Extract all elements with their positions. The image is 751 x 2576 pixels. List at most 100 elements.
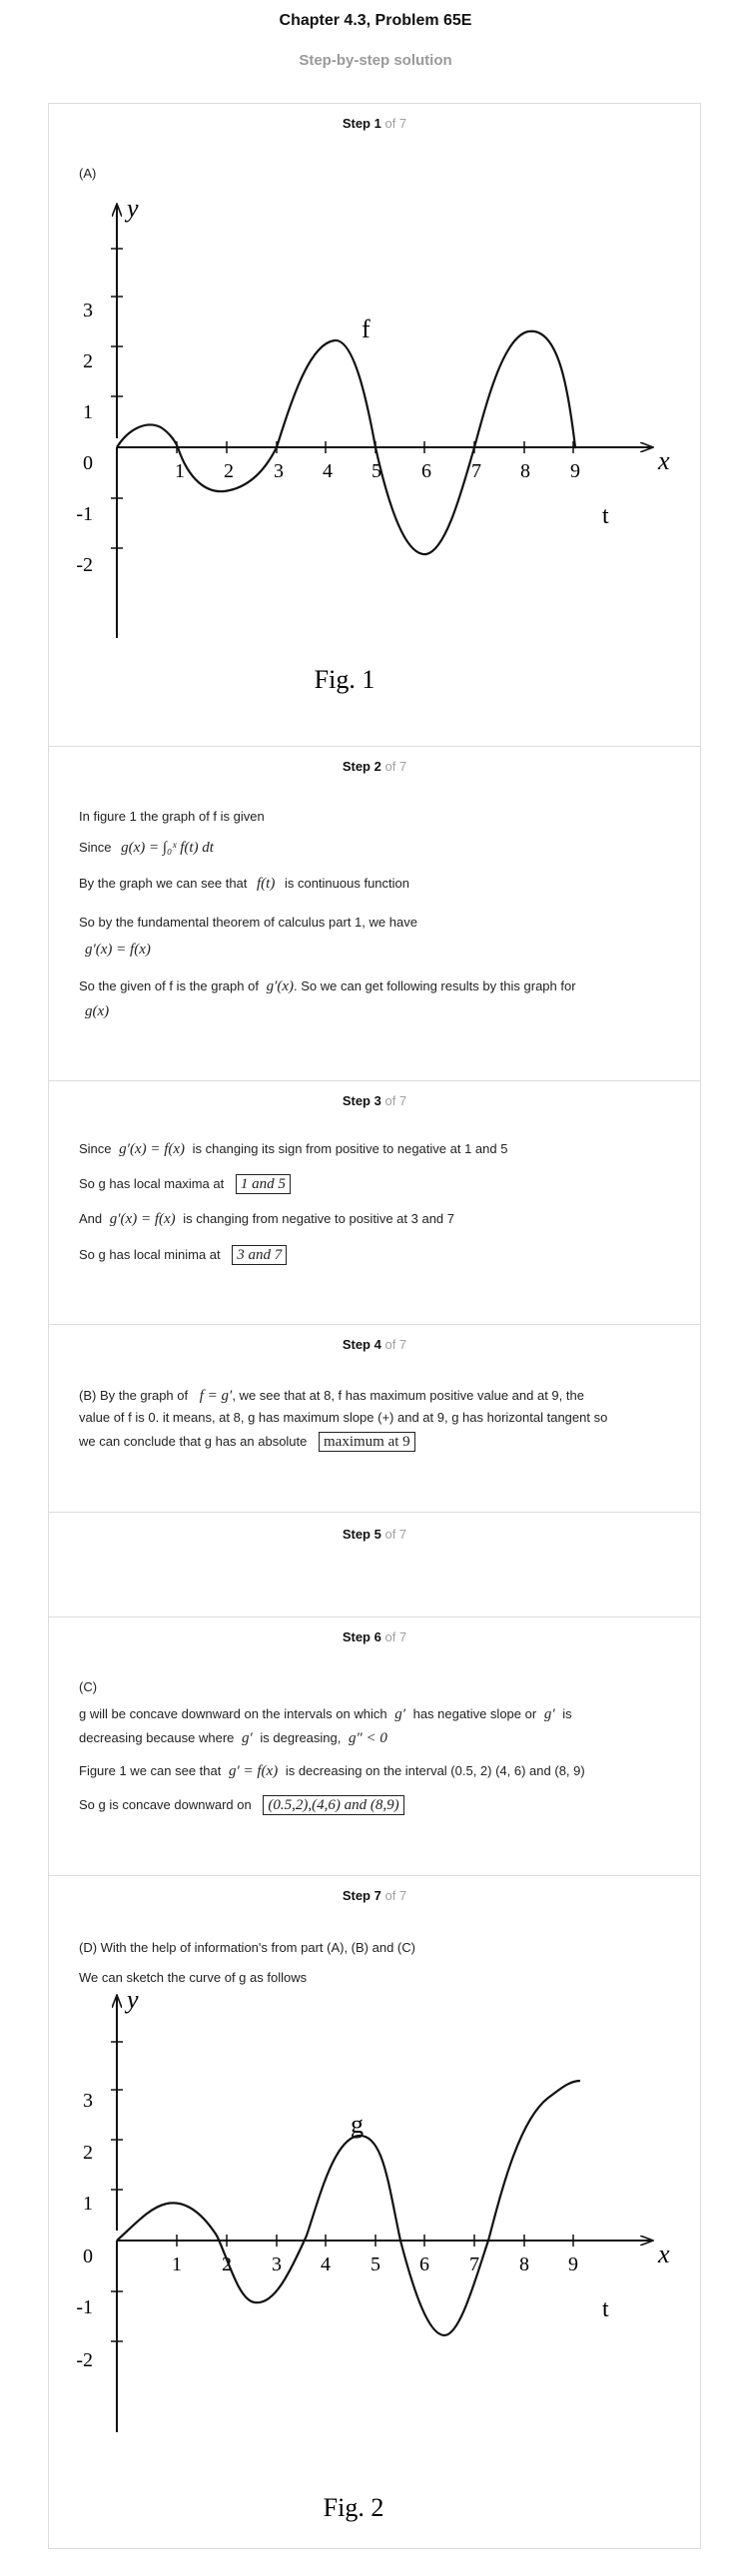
step-total: of 7	[384, 1629, 407, 1644]
x-tick-label: 3	[272, 2254, 282, 2275]
step-2-header: Step 2 of 7	[49, 759, 700, 774]
math-f-eq-g-prime: f = g′	[199, 1388, 233, 1404]
x-tick-label: 3	[274, 460, 284, 482]
x-tick-label: 7	[471, 460, 481, 482]
step-total: of 7	[384, 1527, 407, 1542]
step3-line-2: So g has local maxima at 1 and 5	[79, 1174, 291, 1194]
answer-box-absolute-max: maximum at 9	[319, 1432, 415, 1452]
y-tick-label: 3	[83, 300, 93, 322]
step-number: Step 7	[342, 1888, 381, 1903]
x-tick-label: 9	[568, 2254, 578, 2275]
step2-line-5: g′(x) = f(x)	[85, 942, 151, 959]
step7-line-1: (D) With the help of information's from …	[79, 1940, 415, 1955]
step6-line-1: g will be concave downward on the interv…	[79, 1706, 572, 1723]
x-tick-label: 6	[421, 460, 431, 482]
step-number: Step 2	[342, 759, 381, 774]
text-span: decreasing because where	[79, 1730, 235, 1745]
figure-2-caption: Fig. 2	[324, 2493, 384, 2522]
math-g-prime-eq-f: g′(x) = f(x)	[109, 1211, 176, 1227]
text-span: we can conclude that g has an absolute	[79, 1434, 308, 1449]
step-number: Step 3	[342, 1093, 381, 1108]
step3-line-3: And g′(x) = f(x) is changing from negati…	[79, 1211, 454, 1228]
step3-line-4: So g has local minima at 3 and 7	[79, 1245, 288, 1265]
step-total: of 7	[384, 1093, 407, 1108]
math-g-double-prime: g″ < 0	[349, 1730, 387, 1746]
text-span: is	[562, 1706, 572, 1721]
step-number: Step 6	[342, 1629, 381, 1644]
y-tick-label: 2	[83, 350, 93, 372]
step-6-header: Step 6 of 7	[49, 1629, 700, 1644]
math-g-prime: g′	[543, 1706, 555, 1722]
step-7-header: Step 7 of 7	[49, 1888, 700, 1903]
y-tick-label: 3	[83, 2090, 93, 2112]
text-span: So g is concave downward on	[79, 1797, 252, 1812]
step-total: of 7	[384, 116, 407, 131]
step3-line-1: Since g′(x) = f(x) is changing its sign …	[79, 1141, 507, 1158]
text-span: (B) By the graph of	[79, 1388, 189, 1403]
text-span: And	[79, 1211, 103, 1226]
math-g-prime: g′	[242, 1730, 253, 1746]
step-2-card: Step 2 of 7 In figure 1 the graph of f i…	[48, 746, 701, 1081]
step-5-header: Step 5 of 7	[49, 1527, 700, 1542]
step2-line-7: g(x)	[85, 1003, 109, 1020]
step-number: Step 5	[342, 1527, 381, 1542]
step2-line-3: By the graph we can see that f(t) is con…	[79, 876, 409, 893]
step6-line-3: Figure 1 we can see that g′ = f(x) is de…	[79, 1763, 585, 1780]
y-tick-label: 1	[83, 401, 93, 423]
math-g-prime: g′(x)	[266, 978, 295, 994]
figure-1-graph: y x t f 1 2 3 4 5 6 7 8 9 3 2 1 0 -1 -2 …	[76, 194, 670, 694]
x-tick-label: 1	[175, 460, 185, 482]
answer-box-concave-down: (0.5,2),(4,6) and (8,9)	[263, 1795, 404, 1815]
step-4-header: Step 4 of 7	[49, 1337, 700, 1352]
y-axis-label: y	[124, 1986, 139, 2014]
page-title: Chapter 4.3, Problem 65E	[279, 12, 472, 29]
x-tick-label: 8	[519, 2254, 529, 2275]
step-total: of 7	[384, 1888, 407, 1903]
step-4-card: Step 4 of 7 (B) By the graph of f = g′, …	[48, 1324, 701, 1513]
math-g-prime: g′	[394, 1706, 405, 1722]
step6-line-4: So g is concave downward on (0.5,2),(4,6…	[79, 1795, 404, 1815]
step-7-card: Step 7 of 7 (D) With the help of informa…	[48, 1875, 701, 2549]
step6-line-2: decreasing because where g′ is degreasin…	[79, 1730, 387, 1747]
step4-line-1: (B) By the graph of f = g′, we see that …	[79, 1388, 584, 1405]
y-tick-label: 2	[83, 2142, 93, 2164]
math-derivative-equation: g′(x) = f(x)	[85, 942, 151, 958]
step-3-header: Step 3 of 7	[49, 1093, 700, 1108]
step7-line-2: We can sketch the curve of g as follows	[79, 1970, 308, 1985]
y-tick-label: 0	[83, 452, 93, 474]
y-tick-label: 0	[83, 2246, 93, 2267]
y-tick-label: -2	[76, 554, 93, 576]
x-tick-label: 8	[520, 460, 530, 482]
text-span: By the graph we can see that	[79, 876, 248, 891]
step2-line-1: In figure 1 the graph of f is given	[79, 809, 265, 824]
text-span: has negative slope or	[412, 1706, 537, 1721]
y-tick-label: -2	[76, 2349, 93, 2371]
step-total: of 7	[384, 759, 407, 774]
text-span: is degreasing,	[260, 1730, 342, 1745]
figure-1-caption: Fig. 1	[315, 665, 376, 694]
x-tick-label: 5	[371, 2254, 380, 2275]
page-subtitle: Step-by-step solution	[299, 52, 452, 69]
x-tick-label: 1	[172, 2254, 182, 2275]
text-span: g will be concave downward on the interv…	[79, 1706, 387, 1721]
text-span: . So we can get following results by thi…	[294, 978, 576, 993]
text-span: is changing its sign from positive to ne…	[192, 1141, 508, 1156]
y-tick-label: -1	[76, 2296, 93, 2318]
step2-line-6: So the given of f is the graph of g′(x).…	[79, 978, 576, 995]
step-6-card: Step 6 of 7 (C) g will be concave downwa…	[48, 1616, 701, 1876]
x-tick-label: 4	[321, 2254, 331, 2275]
curve-label-f: f	[362, 315, 371, 343]
step-3-card: Step 3 of 7 Since g′(x) = f(x) is changi…	[48, 1080, 701, 1325]
text-span: , we see that at 8, f has maximum positi…	[232, 1388, 584, 1403]
step-total: of 7	[384, 1337, 407, 1352]
step-5-card: Step 5 of 7	[48, 1512, 701, 1617]
step4-line-3: we can conclude that g has an absolute m…	[79, 1432, 415, 1452]
integral-formula: g(x) = ∫₀ˣ f(t) dt	[121, 840, 214, 856]
text-span: So g has local minima at	[79, 1247, 221, 1262]
step-number: Step 1	[342, 116, 381, 131]
x-tick-label: 4	[323, 460, 333, 482]
step2-line-2: Since g(x) = ∫₀ˣ f(t) dt	[79, 840, 214, 857]
y-tick-label: -1	[76, 503, 93, 525]
text-span: Figure 1 we can see that	[79, 1763, 222, 1778]
math-g-x: g(x)	[85, 1003, 110, 1019]
